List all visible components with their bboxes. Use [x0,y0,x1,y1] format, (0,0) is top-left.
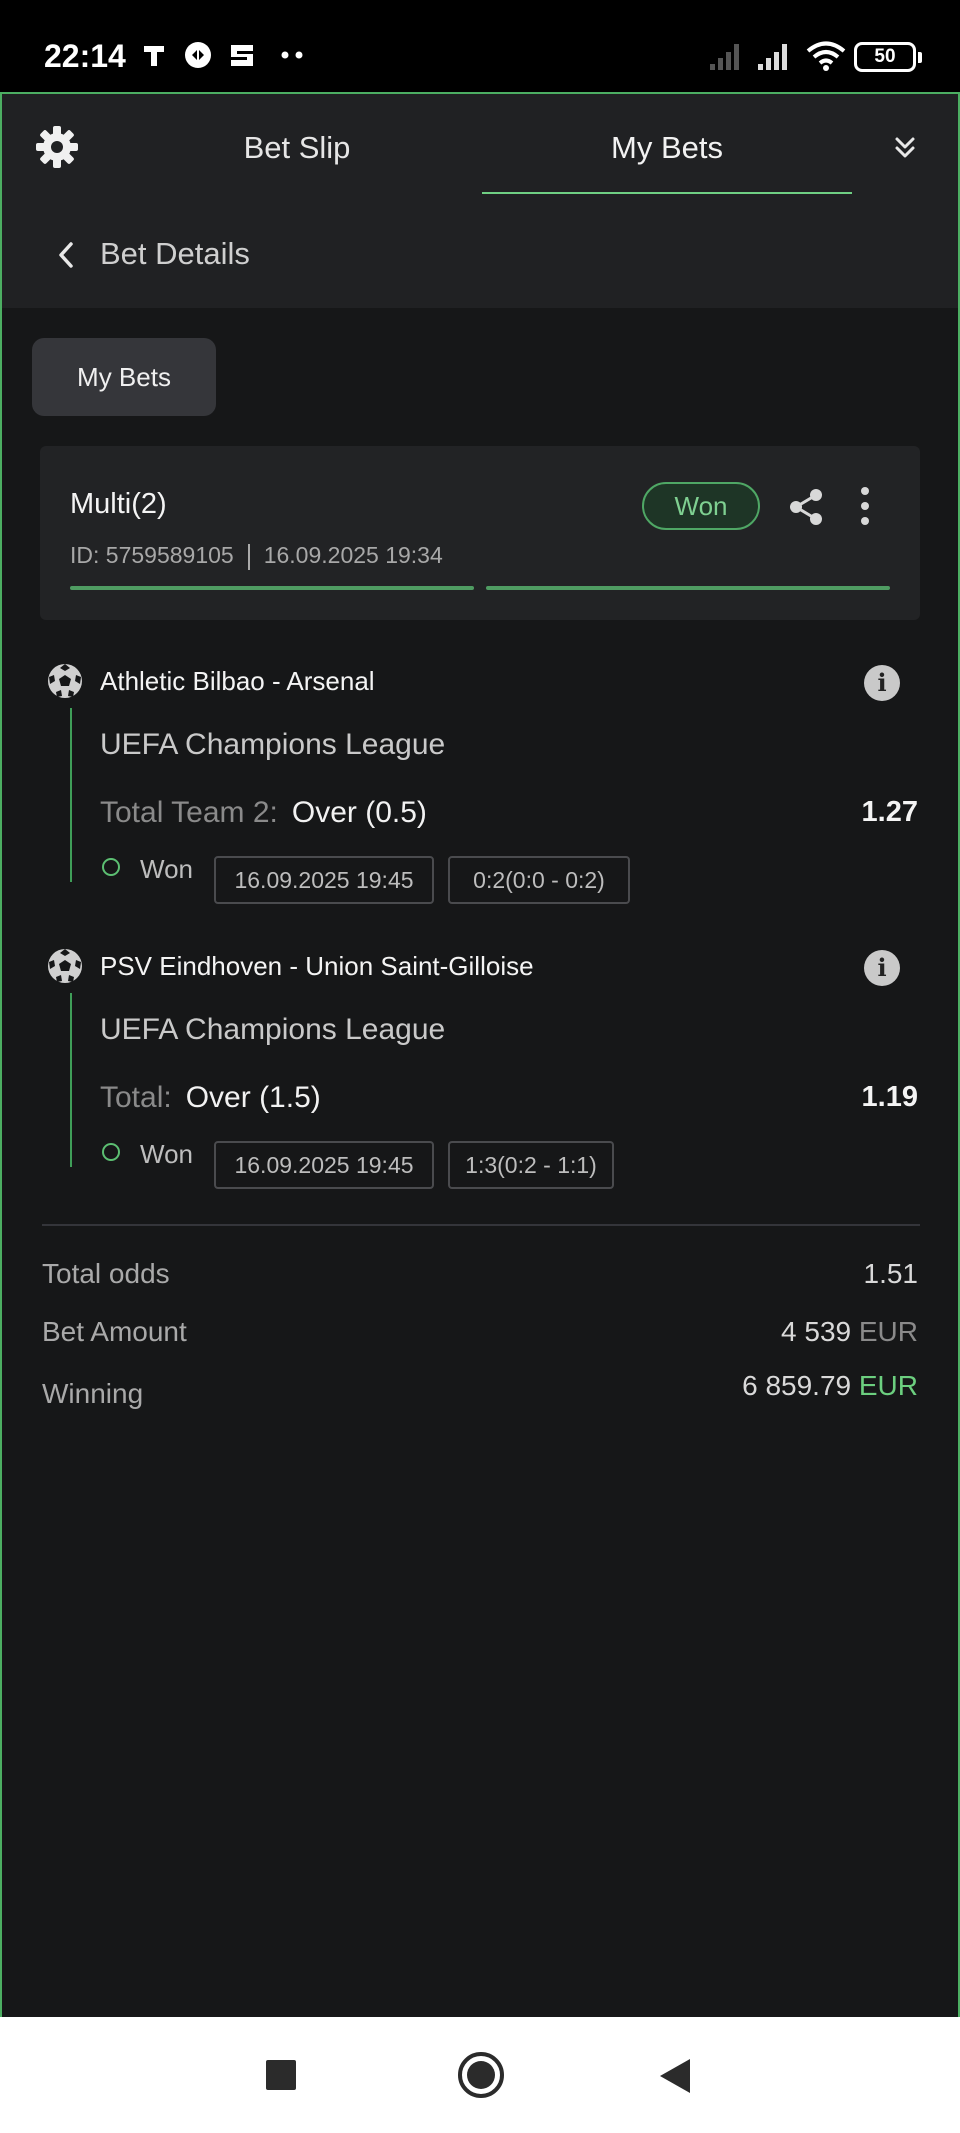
event-score-chip: 1:3(0:2 - 1:1) [448,1141,614,1189]
status-badge: Won [642,482,760,530]
bet-amount-value: 4 539 [781,1316,852,1347]
info-icon[interactable]: i [864,950,900,986]
event-league: UEFA Champions League [100,728,446,761]
my-bets-button[interactable]: My Bets [32,338,216,416]
info-icon[interactable]: i [864,665,900,701]
home-button[interactable] [458,2052,504,2098]
event-leg-line [70,708,72,882]
soccer-ball-icon [48,949,82,983]
event-teams[interactable]: Athletic Bilbao - Arsenal [100,666,375,697]
soccer-ball-icon [48,664,82,698]
winning-label: Winning [42,1378,144,1409]
event-date-chip: 16.09.2025 19:45 [214,1141,434,1189]
bet-placed-at: 16.09.2025 19:34 [263,542,443,568]
tab-bet-slip[interactable]: Bet Slip [132,94,462,202]
event-status: Won [140,854,193,884]
tiktok-notification-icon [144,46,164,66]
bet-amount-label: Bet Amount [42,1316,187,1347]
app-frame: Bet Slip My Bets Bet Details My Bets Mul… [0,92,960,2017]
winning-currency: EUR [858,1370,918,1401]
app-notification-icon [185,42,211,68]
tab-my-bets[interactable]: My Bets [482,94,852,202]
bet-amount-currency: EUR [858,1316,918,1347]
gear-icon[interactable] [34,124,80,170]
event-teams[interactable]: PSV Eindhoven - Union Saint-Gilloise [100,951,534,982]
status-time: 22:14 [44,38,126,74]
event-league: UEFA Champions League [100,1013,446,1046]
page-header: Bet Details [2,202,958,308]
signal-icon [758,44,787,70]
winning-amount: 6 859.79 EUR [742,1370,918,1402]
event-score-chip: 0:2(0:0 - 0:2) [448,856,630,904]
market-selection: Over (1.5) [185,1081,321,1114]
back-button[interactable] [660,2059,690,2093]
event-market: Total: Over (1.5) [100,1081,321,1115]
more-notifications-icon [281,51,303,59]
event-market: Total Team 2: Over (0.5) [100,796,427,830]
share-icon[interactable] [788,488,824,526]
app-notification-icon-2 [231,45,253,66]
kebab-menu-icon[interactable] [860,486,870,526]
leg-progress-2 [486,586,890,590]
double-chevron-down-icon[interactable] [892,134,918,162]
signal-empty-icon [710,44,739,70]
page-title: Bet Details [100,236,250,271]
active-tab-indicator [482,192,852,194]
event-leg-line [70,993,72,1167]
won-status-icon [102,858,120,876]
bet-id: ID: 5759589105 [70,542,234,568]
bet-summary-card: Multi(2) ID: 5759589105 16.09.2025 19:34 … [40,446,920,620]
winning-value: 6 859.79 [742,1370,852,1401]
battery-indicator: 50 [854,42,922,72]
leg-progress-1 [70,586,474,590]
bet-meta: ID: 5759589105 16.09.2025 19:34 [70,542,443,570]
chevron-left-icon[interactable] [56,240,76,270]
market-name: Total Team 2: [100,796,278,829]
market-name: Total: [100,1081,172,1114]
event-odds: 1.19 [861,1081,918,1113]
recents-button[interactable] [266,2060,296,2090]
total-odds-value: 1.51 [863,1258,919,1289]
wifi-icon [806,41,846,71]
tab-bar: Bet Slip My Bets [2,94,958,202]
system-nav-bar [0,2017,960,2133]
meta-separator [247,543,250,570]
total-odds-label: Total odds [42,1258,170,1289]
status-bar: 22:14 50 [0,0,960,92]
event-date-chip: 16.09.2025 19:45 [214,856,434,904]
bet-type-title: Multi(2) [70,488,167,520]
market-selection: Over (0.5) [291,796,427,829]
bet-amount: 4 539 EUR [781,1316,918,1348]
won-status-icon [102,1143,120,1161]
event-status: Won [140,1139,193,1169]
event-odds: 1.27 [861,796,918,828]
tab-my-bets-label: My Bets [611,130,723,165]
summary-divider [42,1224,920,1226]
